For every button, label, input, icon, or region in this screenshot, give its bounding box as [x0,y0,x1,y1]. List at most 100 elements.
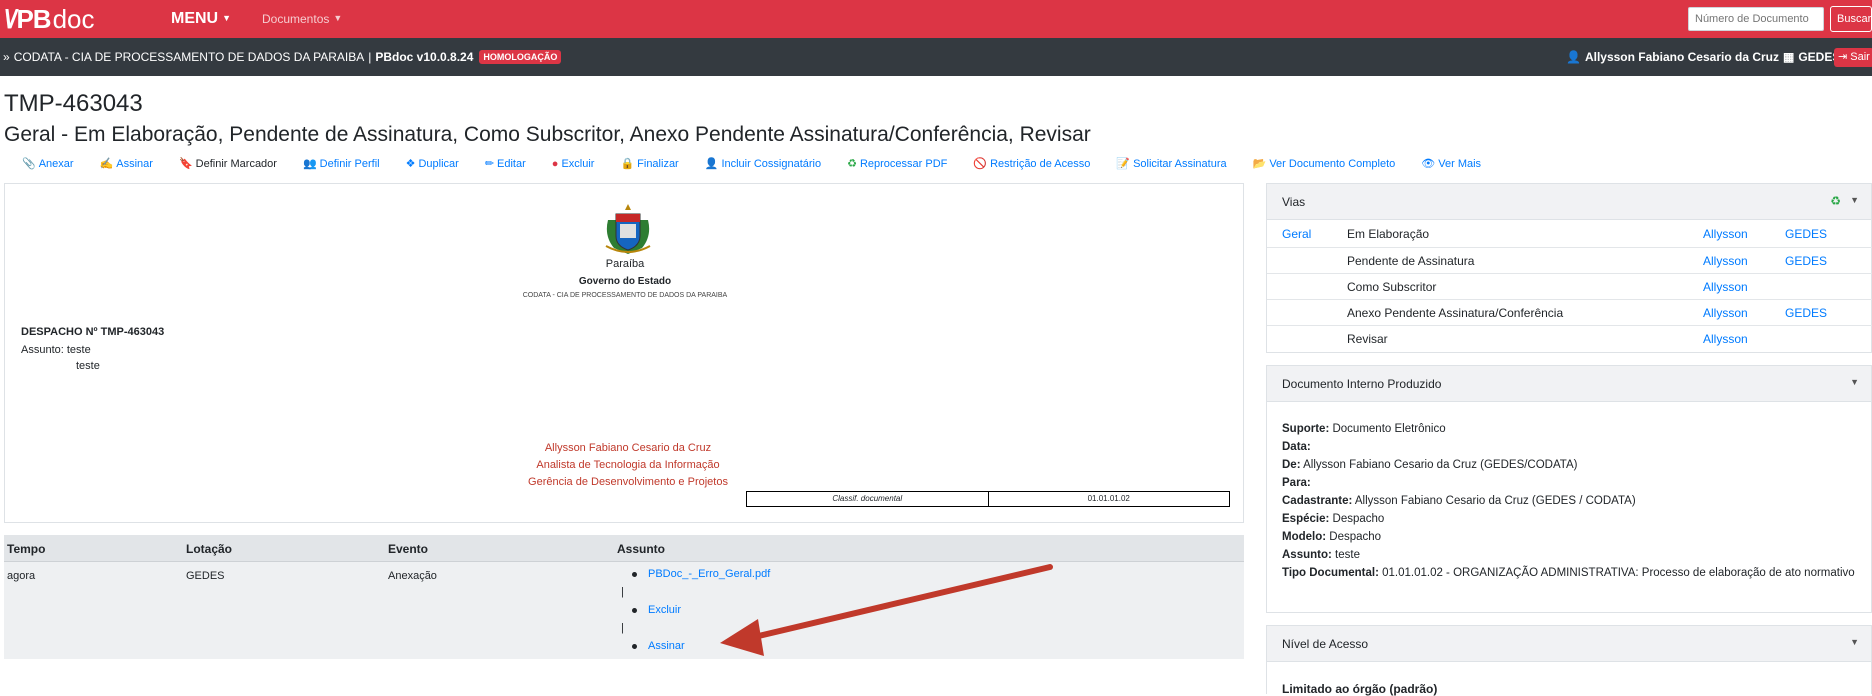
panel-header[interactable]: Vias ♻ ▼ [1267,184,1871,220]
caret-down-icon[interactable]: ▼ [1850,637,1859,647]
attachment-link[interactable]: PBDoc_-_Erro_Geral.pdf [648,568,770,580]
document-status-line: Geral - Em Elaboração, Pendente de Assin… [4,123,1091,146]
request-sign-icon: 📝 [1116,158,1131,170]
action-solicitar-assinatura[interactable]: 📝 Solicitar Assinatura [1116,157,1226,171]
action-ver-mais[interactable]: 👁 Ver Mais [1421,157,1482,171]
via-unit-link[interactable]: GEDES [1785,227,1827,241]
action-label: Incluir Cossignatário [721,157,822,170]
documentos-dropdown[interactable]: Documentos ▼ [262,12,342,26]
action-restricao-acesso[interactable]: 🚫 Restrição de Acesso [973,157,1091,171]
paperclip-icon: 📎 [22,158,36,170]
action-label: Finalizar [637,157,679,170]
via-person-link[interactable]: Allysson [1703,306,1748,320]
pencil-icon: ✏ [484,158,495,170]
profile-icon: 👥 [302,158,317,170]
classif-value: 01.01.01.02 [1087,494,1130,503]
action-assinar[interactable]: ✍ Assinar [99,157,153,171]
via-person-link[interactable]: Allysson [1703,332,1748,346]
building-icon: ▦ [1783,50,1795,64]
action-anexar[interactable]: 📎 Anexar [22,157,74,171]
logo-pb: PB [16,3,51,34]
column-header-assunto: Assunto [617,542,665,556]
table-row: Anexo Pendente Assinatura/Conferência Al… [1267,299,1872,325]
sign-out-icon: ⇥ [1838,51,1848,63]
user-info[interactable]: 👤 Allysson Fabiano Cesario da Cruz ▦ GED… [1566,50,1840,64]
info-label: Modelo: [1282,531,1327,543]
separator: | [621,622,624,634]
separator: | [368,50,372,64]
app-version: PBdoc v10.0.8.24 [375,50,474,64]
cell-lotacao: GEDES [186,570,225,582]
action-definir-perfil[interactable]: 👥 Definir Perfil [302,157,380,171]
panel-header[interactable]: Documento Interno Produzido ▼ [1267,366,1871,402]
top-navbar: \/ PB doc MENU▼ Documentos▼ Buscar [0,0,1872,38]
list-item: Excluir [618,601,770,619]
table-row: Revisar Allysson [1267,325,1872,351]
user-name: Allysson Fabiano Cesario da Cruz [1584,50,1779,64]
info-label: Espécie: [1282,513,1330,525]
document-info-panel: Documento Interno Produzido ▼ Suporte: D… [1266,365,1872,613]
action-label: Ver Mais [1438,157,1482,170]
list-item: Assinar [618,637,770,655]
action-ver-documento-completo[interactable]: 📂 Ver Documento Completo [1253,157,1396,171]
excluir-link[interactable]: Excluir [648,604,681,616]
info-label: Para: [1282,477,1311,489]
logout-button[interactable]: ⇥ Sair [1834,48,1872,67]
table-row: Pendente de Assinatura Allysson GEDES [1267,247,1872,273]
search-button[interactable]: Buscar [1830,6,1872,32]
action-duplicar[interactable]: ❖ Duplicar [406,157,459,171]
list-item: PBDoc_-_Erro_Geral.pdf [618,565,770,583]
menu-dropdown[interactable]: MENU ▼ [171,10,231,28]
pbdoc-logo[interactable]: \/ PB doc [4,3,95,34]
action-finalizar[interactable]: 🔒 Finalizar [620,157,679,171]
action-reprocessar-pdf[interactable]: ♻ Reprocessar PDF [847,157,947,171]
body-text: teste [76,360,100,372]
document-preview: Paraíba Governo do Estado CODATA - CIA D… [4,183,1244,523]
cell-evento: Anexação [388,570,437,582]
coat-of-arms-icon [605,204,651,254]
org-subtitle: CODATA - CIA DE PROCESSAMENTO DE DADOS D… [522,292,728,299]
menu-label: MENU [171,10,219,27]
action-label: Restrição de Acesso [990,157,1091,170]
action-excluir[interactable]: ● Excluir [552,157,595,170]
info-suporte: Documento Eletrônico [1332,423,1446,435]
via-status: Em Elaboração [1347,227,1430,241]
refresh-icon[interactable]: ♻ [1830,194,1841,208]
table-header: Tempo Lotação Evento Assunto [4,535,1244,562]
document-number-search-input[interactable] [1688,7,1824,31]
info-de: Allysson Fabiano Cesario da Cruz (GEDES/… [1303,459,1578,471]
access-level-panel: Nível de Acesso ▼ Limitado ao órgão (pad… [1266,625,1872,696]
via-person-link[interactable]: Allysson [1703,227,1748,241]
info-label: Tipo Documental: [1282,567,1379,579]
caret-down-icon[interactable]: ▼ [1850,377,1859,387]
info-label: Assunto: [1282,549,1332,561]
environment-badge: HOMOLOGAÇÃO [479,50,562,64]
cell-tempo: agora [7,570,36,582]
documentos-label: Documentos [262,12,330,26]
sign-icon: ✍ [99,158,114,170]
caret-down-icon[interactable]: ▼ [1850,195,1859,205]
org-name: CODATA - CIA DE PROCESSAMENTO DE DADOS D… [13,50,365,64]
assunto-line: Assunto: teste [21,344,91,356]
via-unit-link[interactable]: GEDES [1785,306,1827,320]
action-editar[interactable]: ✏ Editar [484,157,526,171]
via-status: Anexo Pendente Assinatura/Conferência [1347,306,1564,320]
vias-panel: Vias ♻ ▼ Geral Em Elaboração Allysson GE… [1266,183,1872,353]
restrict-icon: 🚫 [973,158,988,170]
via-link[interactable]: Geral [1282,227,1311,241]
panel-header[interactable]: Nível de Acesso ▼ [1267,626,1871,662]
panel-title: Vias [1282,195,1306,209]
action-incluir-cossignatario[interactable]: 👤 Incluir Cossignatário [705,157,822,171]
info-assunto: teste [1335,549,1360,561]
via-person-link[interactable]: Allysson [1703,254,1748,268]
via-unit-link[interactable]: GEDES [1785,254,1827,268]
assinar-link[interactable]: Assinar [648,640,685,652]
via-status: Como Subscritor [1347,280,1437,294]
via-person-link[interactable]: Allysson [1703,280,1748,294]
info-tipo-documental: 01.01.01.02 - ORGANIZAÇÃO ADMINISTRATIVA… [1382,567,1855,579]
action-definir-marcador[interactable]: 🔖 Definir Marcador [179,157,277,171]
government-label: Governo do Estado [578,276,672,287]
via-status: Pendente de Assinatura [1347,254,1475,268]
despacho-number: DESPACHO Nº TMP-463043 [21,326,165,338]
document-info-body: Suporte: Documento Eletrônico Data: De: … [1282,420,1862,582]
